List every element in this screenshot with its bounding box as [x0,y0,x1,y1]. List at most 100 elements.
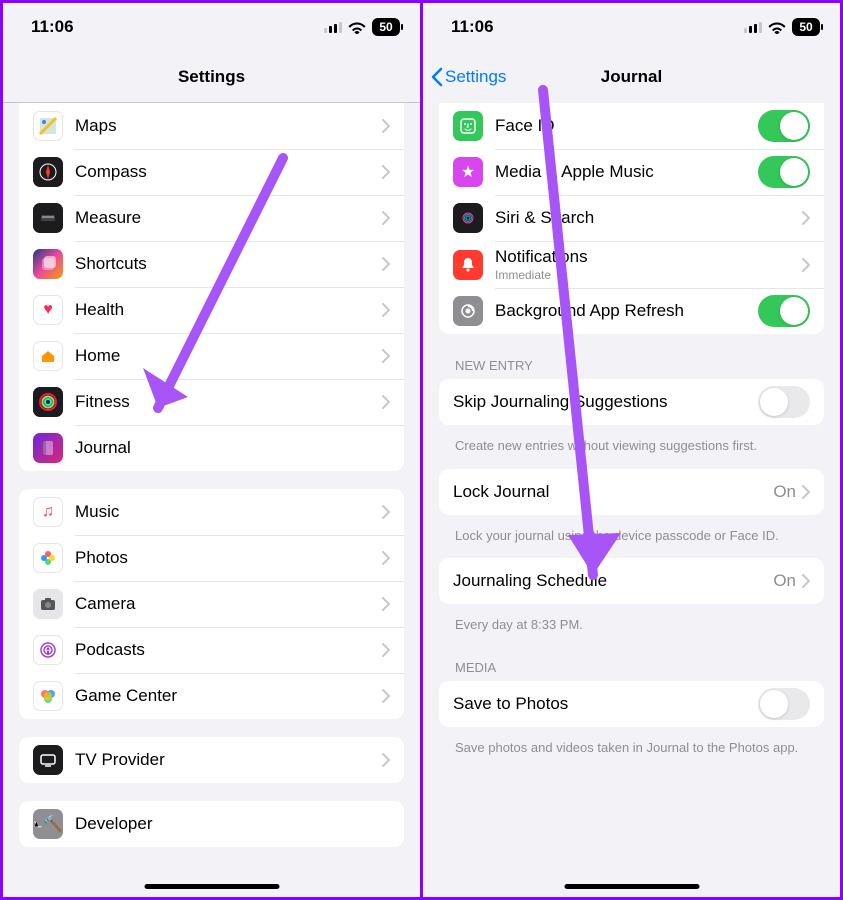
row-developer[interactable]: 🔨Developer [19,801,404,847]
cellular-icon [744,22,762,33]
battery-icon: 50 [792,18,820,36]
row-photos[interactable]: Photos [19,535,404,581]
settings-group-tv: TV Provider [19,737,404,783]
footer-skip: Create new entries without viewing sugge… [423,431,840,469]
row-podcasts[interactable]: Podcasts [19,627,404,673]
nav-bar: Settings Journal [423,51,840,103]
chevron-icon [382,257,390,271]
settings-group-apps1: Maps Compass Measure Shortcuts ♥Health H… [19,103,404,471]
row-tvprovider[interactable]: TV Provider [19,737,404,783]
settings-group-apps2: ♫Music Photos Camera Podcasts Game Cente… [19,489,404,719]
group-lock: Lock JournalOn [439,469,824,515]
clock: 11:06 [31,17,74,37]
phone-journal: 11:06 50 Settings Journal Face ID ★Media… [423,3,840,897]
bgapp-icon [453,296,483,326]
chevron-icon [382,597,390,611]
row-health[interactable]: ♥Health [19,287,404,333]
row-lock[interactable]: Lock JournalOn [439,469,824,515]
home-icon [33,341,63,371]
siri-icon [453,203,483,233]
row-compass[interactable]: Compass [19,149,404,195]
row-fitness[interactable]: Fitness [19,379,404,425]
status-bar: 11:06 50 [3,3,420,51]
header-new-entry: NEW ENTRY [423,352,840,379]
chevron-left-icon [431,67,443,87]
row-gamecenter[interactable]: Game Center [19,673,404,719]
faceid-icon [453,111,483,141]
chevron-icon [802,574,810,588]
chevron-icon [802,485,810,499]
developer-icon: 🔨 [33,809,63,839]
row-measure[interactable]: Measure [19,195,404,241]
chevron-icon [382,753,390,767]
podcasts-icon [33,635,63,665]
compass-icon [33,157,63,187]
faceid-toggle[interactable] [758,110,810,142]
bgapp-toggle[interactable] [758,295,810,327]
measure-icon [33,203,63,233]
back-button[interactable]: Settings [431,67,506,87]
clock: 11:06 [451,17,494,37]
chevron-icon [382,551,390,565]
chevron-icon [382,505,390,519]
photos-icon [33,543,63,573]
chevron-icon [382,303,390,317]
chevron-icon [382,349,390,363]
music-icon: ♫ [33,497,63,527]
group-permissions: Face ID ★Media & Apple Music Siri & Sear… [439,103,824,334]
status-icons: 50 [744,18,820,36]
wifi-icon [768,21,786,34]
header-media: MEDIA [423,654,840,681]
phone-settings: 11:06 50 Settings Maps Compass Measure S… [3,3,420,897]
row-bgapp[interactable]: Background App Refresh [439,288,824,334]
footer-lock: Lock your journal using the device passc… [423,521,840,559]
save-toggle[interactable] [758,688,810,720]
row-maps[interactable]: Maps [19,103,404,149]
maps-icon [33,111,63,141]
tvprovider-icon [33,745,63,775]
wifi-icon [348,21,366,34]
chevron-icon [802,258,810,272]
battery-icon: 50 [372,18,400,36]
chevron-icon [382,643,390,657]
settings-group-dev: 🔨Developer [19,801,404,847]
row-skip[interactable]: Skip Journaling Suggestions [439,379,824,425]
row-journal[interactable]: Journal [19,425,404,471]
journal-icon [33,433,63,463]
chevron-icon [802,211,810,225]
chevron-icon [382,211,390,225]
cellular-icon [324,22,342,33]
group-save: Save to Photos [439,681,824,727]
row-save[interactable]: Save to Photos [439,681,824,727]
chevron-icon [382,395,390,409]
home-indicator[interactable] [144,884,279,889]
journal-settings[interactable]: Face ID ★Media & Apple Music Siri & Sear… [423,103,840,897]
row-shortcuts[interactable]: Shortcuts [19,241,404,287]
group-skip: Skip Journaling Suggestions [439,379,824,425]
chevron-icon [382,689,390,703]
settings-list[interactable]: Maps Compass Measure Shortcuts ♥Health H… [3,103,420,897]
notifications-icon [453,250,483,280]
skip-toggle[interactable] [758,386,810,418]
row-notifications[interactable]: NotificationsImmediate [439,241,824,288]
row-siri[interactable]: Siri & Search [439,195,824,241]
fitness-icon [33,387,63,417]
media-icon: ★ [453,157,483,187]
row-home[interactable]: Home [19,333,404,379]
row-faceid[interactable]: Face ID [439,103,824,149]
status-bar: 11:06 50 [423,3,840,51]
page-title: Settings [178,67,245,87]
group-schedule: Journaling ScheduleOn [439,558,824,604]
row-camera[interactable]: Camera [19,581,404,627]
row-media[interactable]: ★Media & Apple Music [439,149,824,195]
media-toggle[interactable] [758,156,810,188]
chevron-icon [382,165,390,179]
chevron-icon [382,119,390,133]
home-indicator[interactable] [564,884,699,889]
row-schedule[interactable]: Journaling ScheduleOn [439,558,824,604]
gamecenter-icon [33,681,63,711]
camera-icon [33,589,63,619]
page-title: Journal [601,67,662,87]
row-music[interactable]: ♫Music [19,489,404,535]
nav-bar: Settings [3,51,420,103]
